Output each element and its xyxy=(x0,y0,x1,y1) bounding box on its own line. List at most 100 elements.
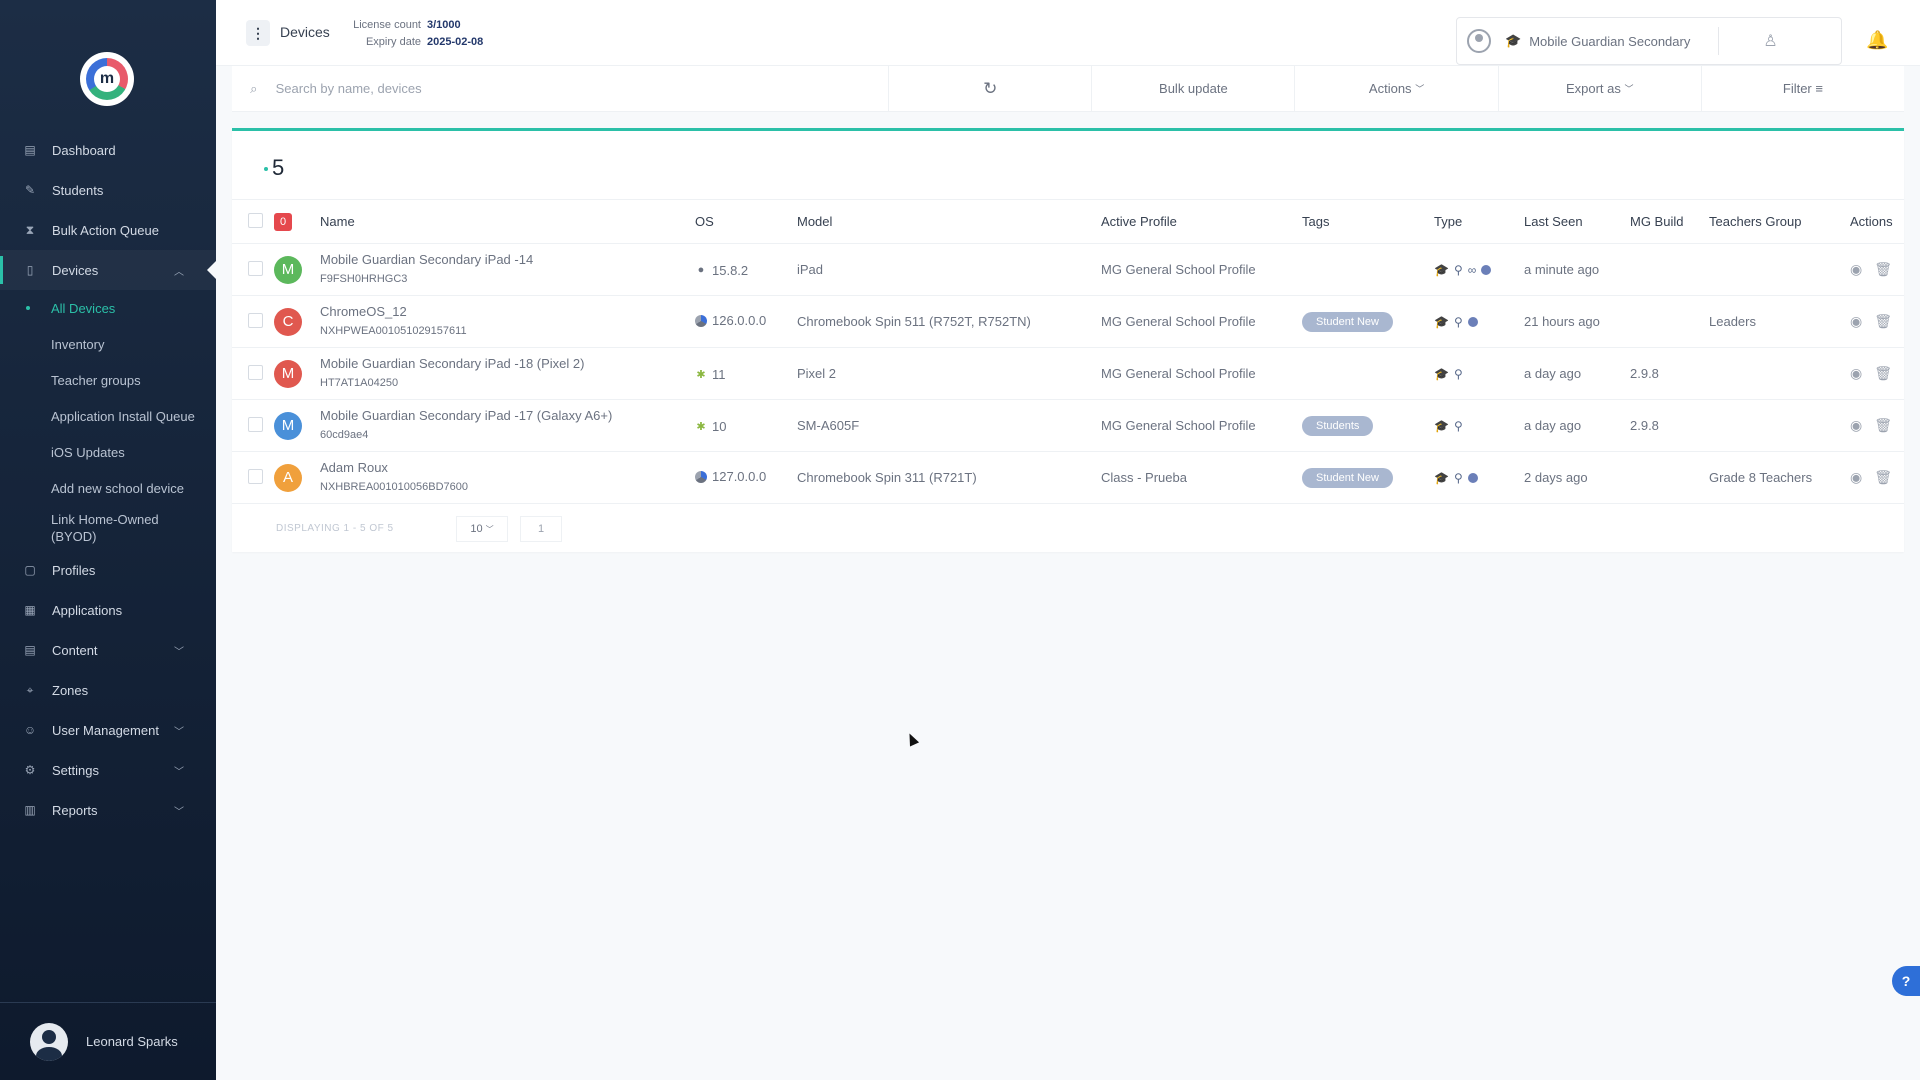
expiry-date-value: 2025-02-08 xyxy=(427,36,484,48)
avatar: M xyxy=(274,411,302,440)
view-eye-icon[interactable]: ◉ xyxy=(1850,261,1862,278)
devices-icon: ▯ xyxy=(26,263,34,277)
sidebar-item-devices[interactable]: ▯ Devices ︿ xyxy=(0,250,217,290)
column-header-os[interactable]: OS xyxy=(695,199,797,244)
sidebar-subitem-add-new-school-device[interactable]: Add new school device xyxy=(0,470,216,506)
dashboard-icon: ▤ xyxy=(24,143,36,157)
avatar: M xyxy=(274,359,302,388)
view-eye-icon[interactable]: ◉ xyxy=(1850,417,1862,434)
sidebar-subitem-link-byod[interactable]: Link Home-Owned (BYOD) xyxy=(0,506,190,550)
chevron-down-icon: ﹀ xyxy=(1624,84,1634,94)
bulk-update-button[interactable]: Bulk update xyxy=(1091,65,1294,112)
sidebar-item-label: Reports xyxy=(52,802,98,818)
column-header-teachers-group[interactable]: Teachers Group xyxy=(1709,199,1850,244)
school-selector[interactable]: 🎓 Mobile Guardian Secondary ♙ xyxy=(1456,17,1842,65)
device-name[interactable]: Mobile Guardian Secondary iPad -17 (Gala… xyxy=(320,408,695,424)
sidebar-item-profiles[interactable]: ▢ Profiles xyxy=(0,550,216,590)
notification-bell-icon[interactable]: 🔔 xyxy=(1866,30,1888,51)
filter-button[interactable]: Filter ≡ xyxy=(1700,65,1904,112)
selected-count-badge: 0 xyxy=(274,212,292,231)
column-header-tags[interactable]: Tags xyxy=(1302,199,1434,244)
device-name[interactable]: ChromeOS_12 xyxy=(320,304,695,320)
users-icon: ☺ xyxy=(23,723,37,737)
page-number-button[interactable]: 1 xyxy=(520,516,562,542)
user-settings-icon[interactable]: ♙ xyxy=(1763,31,1777,51)
content-icon: ▤ xyxy=(24,643,36,657)
sidebar-subitem-all-devices[interactable]: All Devices xyxy=(0,290,216,326)
trash-icon[interactable]: 🗑 xyxy=(1874,469,1892,486)
trash-icon[interactable]: 🗑 xyxy=(1874,365,1892,382)
export-as-dropdown[interactable]: Export as ﹀ xyxy=(1497,65,1701,112)
table-row[interactable]: M Mobile Guardian Secondary iPad -18 (Pi… xyxy=(232,347,1904,400)
device-type: 🎓 ⚲ xyxy=(1434,471,1478,485)
column-header-last-seen[interactable]: Last Seen xyxy=(1524,199,1630,244)
sidebar-item-reports[interactable]: ▥ Reports ﹀ xyxy=(0,790,216,830)
row-checkbox[interactable] xyxy=(248,416,263,432)
license-count-value: 3/1000 xyxy=(427,19,461,31)
sidebar-item-user-management[interactable]: ☺ User Management ﹀ xyxy=(0,710,216,750)
link-icon: ⚲ xyxy=(1453,471,1463,485)
mg-build: 2.9.8 xyxy=(1630,399,1709,452)
sidebar-item-label: Applications xyxy=(52,602,123,618)
help-button[interactable]: ? xyxy=(1892,966,1920,996)
search-input[interactable] xyxy=(275,66,889,111)
teachers-group xyxy=(1709,347,1850,400)
select-all-checkbox[interactable] xyxy=(248,212,263,228)
sidebar-item-students[interactable]: ✎ Students xyxy=(0,170,216,210)
view-eye-icon[interactable]: ◉ xyxy=(1850,313,1862,330)
device-model: Chromebook Spin 511 (R752T, R752TN) xyxy=(797,295,1101,348)
user-profile[interactable]: Leonard Sparks xyxy=(0,1002,216,1080)
table-header-row: 0 Name OS Model Active Profile Tags Type… xyxy=(232,199,1904,244)
mobile-guardian-logo[interactable]: m xyxy=(80,52,134,106)
table-row[interactable]: A Adam Roux NXHBREA001010056BD7600 127.0.… xyxy=(232,451,1904,504)
active-profile: Class - Prueba xyxy=(1101,451,1302,504)
row-checkbox[interactable] xyxy=(248,312,263,328)
column-header-actions: Actions xyxy=(1850,199,1904,244)
more-menu-button[interactable]: ⋮ xyxy=(246,20,270,46)
actions-dropdown[interactable]: Actions ﹀ xyxy=(1294,65,1497,112)
status-dot-icon xyxy=(1467,473,1478,483)
column-header-model[interactable]: Model xyxy=(797,199,1101,244)
page-size-select[interactable]: 10 ﹀ xyxy=(456,516,508,542)
avatar: M xyxy=(274,255,302,284)
view-eye-icon[interactable]: ◉ xyxy=(1850,365,1862,382)
device-name[interactable]: Mobile Guardian Secondary iPad -18 (Pixe… xyxy=(320,356,695,372)
avatar: C xyxy=(274,307,302,336)
chrome-icon xyxy=(695,314,707,327)
zones-icon: ⌖ xyxy=(26,682,34,697)
device-name[interactable]: Mobile Guardian Secondary iPad -14 xyxy=(320,252,695,268)
trash-icon[interactable]: 🗑 xyxy=(1874,261,1892,278)
trash-icon[interactable]: 🗑 xyxy=(1874,417,1892,434)
device-type: 🎓 ⚲ xyxy=(1434,367,1463,381)
refresh-button[interactable]: ↻ xyxy=(888,65,1091,112)
chevron-down-icon: ﹀ xyxy=(174,766,184,778)
sidebar-item-label: Bulk Action Queue xyxy=(52,222,159,238)
table-row[interactable]: M Mobile Guardian Secondary iPad -17 (Ga… xyxy=(232,399,1904,452)
table-row[interactable]: C ChromeOS_12 NXHPWEA001051029157611 126.… xyxy=(232,295,1904,348)
column-header-active-profile[interactable]: Active Profile xyxy=(1101,199,1302,244)
account-icon xyxy=(1467,29,1491,53)
status-dot-icon xyxy=(1467,317,1478,327)
row-checkbox[interactable] xyxy=(248,260,263,276)
view-eye-icon[interactable]: ◉ xyxy=(1850,469,1862,486)
sidebar-item-dashboard[interactable]: ▤ Dashboard xyxy=(0,130,216,170)
sidebar-subitem-teacher-groups[interactable]: Teacher groups xyxy=(0,362,216,398)
sidebar-item-zones[interactable]: ⌖ Zones xyxy=(0,670,216,710)
teachers-group xyxy=(1709,243,1850,296)
sidebar-item-bulk-action-queue[interactable]: ⧗ Bulk Action Queue xyxy=(0,210,216,250)
table-row[interactable]: M Mobile Guardian Secondary iPad -14 F9FS… xyxy=(232,243,1904,296)
row-checkbox[interactable] xyxy=(248,364,263,380)
column-header-type[interactable]: Type xyxy=(1434,199,1524,244)
sidebar-subitem-inventory[interactable]: Inventory xyxy=(0,326,216,362)
sidebar-item-settings[interactable]: ⚙ Settings ﹀ xyxy=(0,750,216,790)
column-header-mg-build[interactable]: MG Build xyxy=(1630,199,1709,244)
sidebar-subitem-ios-updates[interactable]: iOS Updates xyxy=(0,434,216,470)
page-title: Devices xyxy=(280,24,330,40)
sidebar-item-applications[interactable]: ▦ Applications xyxy=(0,590,216,630)
column-header-name[interactable]: Name xyxy=(320,199,695,244)
sidebar-item-content[interactable]: ▤ Content ﹀ xyxy=(0,630,216,670)
sidebar-subitem-application-install-queue[interactable]: Application Install Queue xyxy=(0,398,216,434)
trash-icon[interactable]: 🗑 xyxy=(1874,313,1892,330)
row-checkbox[interactable] xyxy=(248,468,263,484)
device-name[interactable]: Adam Roux xyxy=(320,460,695,476)
